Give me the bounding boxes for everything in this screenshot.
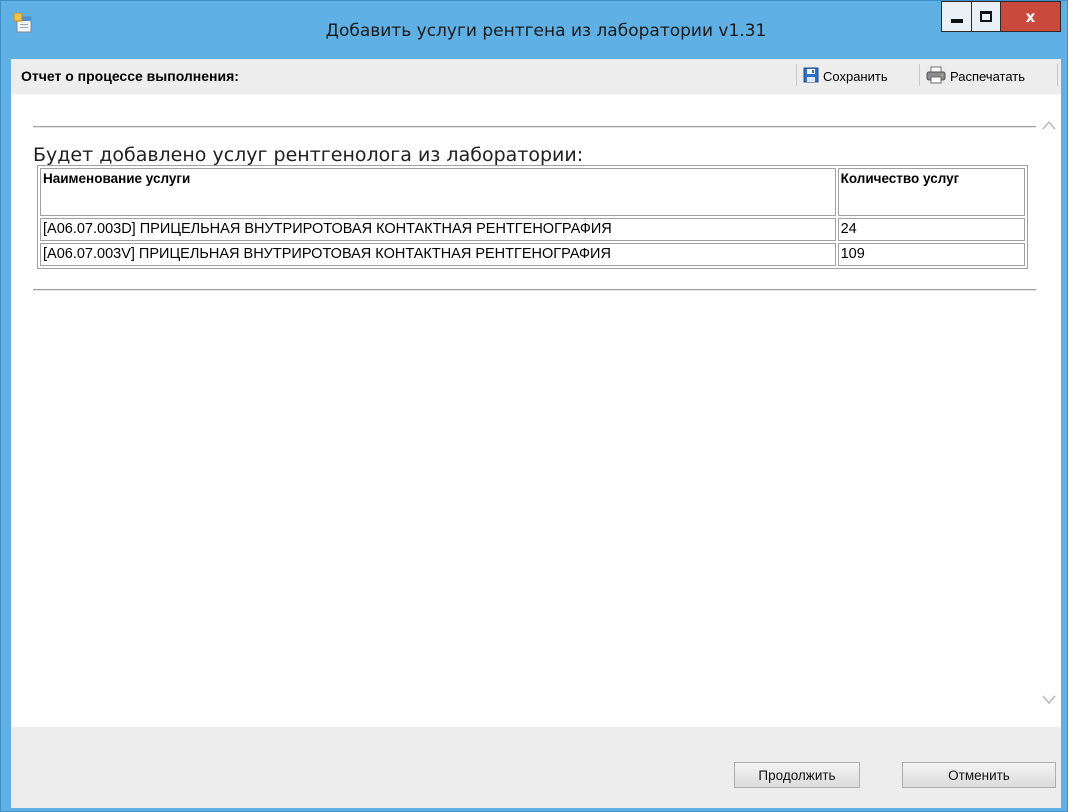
minimize-icon [950,18,963,23]
toolbar-title: Отчет о процессе выполнения: [21,68,239,84]
table-row: [A06.07.003V] ПРИЦЕЛЬНАЯ ВНУТРИРОТОВАЯ К… [40,243,1025,266]
print-button-label: Распечатать [950,68,1026,84]
printer-icon [926,66,946,87]
service-qty-cell: 24 [837,218,1025,241]
chevron-up-icon[interactable] [1042,118,1056,130]
save-button[interactable]: Сохранить [803,64,888,88]
cancel-button[interactable]: Отменить [902,762,1056,788]
print-button[interactable]: Распечатать [926,64,1025,88]
toolbar-separator [919,64,920,86]
maximize-icon [980,11,992,22]
floppy-disk-icon [803,67,819,86]
service-name-cell: [A06.07.003V] ПРИЦЕЛЬНАЯ ВНУТРИРОТОВАЯ К… [40,243,836,266]
table-header-row: Наименование услуги Количество услуг [40,168,1025,216]
report-toolbar: Отчет о процессе выполнения: Сохранить Р… [11,59,1061,95]
service-name-cell: [A06.07.003D] ПРИЦЕЛЬНАЯ ВНУТРИРОТОВАЯ К… [40,218,836,241]
table-row: [A06.07.003D] ПРИЦЕЛЬНАЯ ВНУТРИРОТОВАЯ К… [40,218,1025,241]
services-table: Наименование услуги Количество услуг [A0… [37,165,1028,269]
dialog-window: Добавить услуги рентгена из лаборатории … [0,0,1068,812]
report-heading: Будет добавлено услуг рентгенолога из ла… [33,144,584,166]
continue-button[interactable]: Продолжить [734,762,860,788]
vertical-scrollbar[interactable] [1036,95,1061,727]
title-bar[interactable]: Добавить услуги рентгена из лаборатории … [1,1,1067,59]
column-header-qty: Количество услуг [837,168,1025,216]
window-title: Добавить услуги рентгена из лаборатории … [325,21,767,41]
divider [33,289,1041,291]
chevron-down-icon[interactable] [1042,693,1056,705]
save-button-label: Сохранить [823,68,888,84]
close-icon: x [1025,7,1036,26]
dialog-footer: Продолжить Отменить [11,727,1061,808]
close-button[interactable]: x [1001,1,1061,32]
toolbar-separator [1057,64,1058,86]
toolbar-separator [796,64,797,86]
column-header-name: Наименование услуги [40,168,836,216]
service-qty-cell: 109 [837,243,1025,266]
report-area[interactable]: Будет добавлено услуг рентгенолога из ла… [11,95,1061,727]
maximize-button[interactable] [971,1,1001,32]
divider [33,126,1041,128]
minimize-button[interactable] [941,1,971,32]
